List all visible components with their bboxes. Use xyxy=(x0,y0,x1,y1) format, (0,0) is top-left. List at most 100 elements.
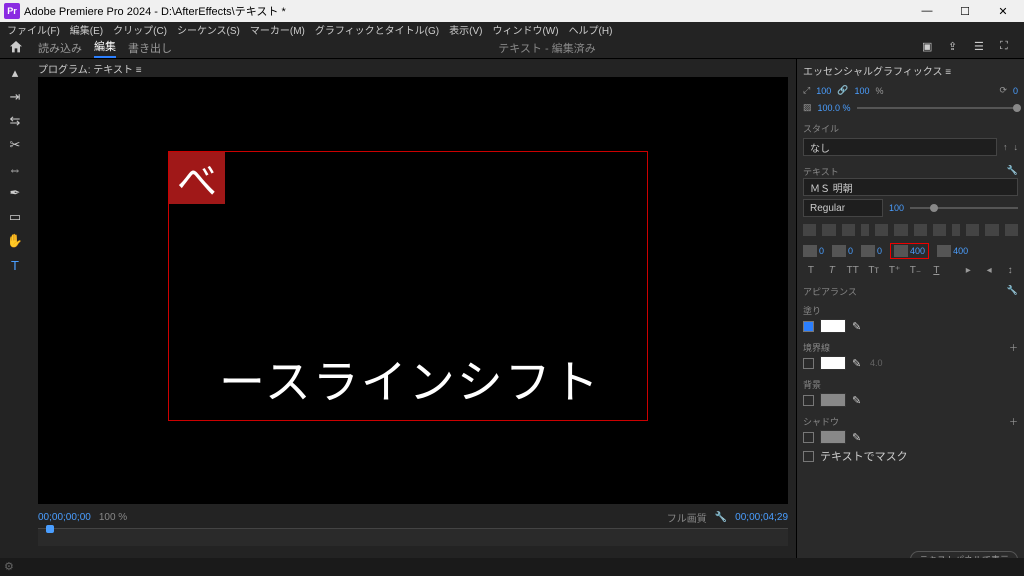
tab-export[interactable]: 書き出し xyxy=(128,40,172,56)
hand-tool[interactable]: ✋ xyxy=(7,233,23,249)
bg-checkbox[interactable] xyxy=(803,395,814,406)
menu-window[interactable]: ウィンドウ(W) xyxy=(489,22,561,37)
font-size[interactable]: 100 xyxy=(889,203,904,213)
workspace-menu-icon[interactable]: ☰ xyxy=(974,40,990,56)
selection-tool[interactable]: ▴ xyxy=(7,65,23,81)
time-ruler[interactable] xyxy=(38,528,788,546)
style-dropdown[interactable]: なし xyxy=(803,138,997,156)
menu-clip[interactable]: クリップ(C) xyxy=(110,22,170,37)
allcaps-icon[interactable]: TT xyxy=(845,265,861,276)
quick-export-icon[interactable]: ▣ xyxy=(922,40,938,56)
link-icon[interactable]: 🔗 xyxy=(837,85,848,96)
stroke-width[interactable]: 4.0 xyxy=(870,358,883,368)
timecode-left[interactable]: 00;00;00;00 xyxy=(38,512,91,523)
stroke-checkbox[interactable] xyxy=(803,358,814,369)
stroke-color-swatch[interactable] xyxy=(820,356,846,370)
fill-color-swatch[interactable] xyxy=(820,319,846,333)
razor-tool[interactable]: ✂ xyxy=(7,137,23,153)
menu-file[interactable]: ファイル(F) xyxy=(4,22,63,37)
text-settings-icon[interactable]: 🔧 xyxy=(1007,165,1018,178)
vertical-top-icon[interactable] xyxy=(966,224,979,236)
menu-sequence[interactable]: シーケンス(S) xyxy=(174,22,243,37)
leading-value[interactable]: 0 xyxy=(877,246,882,256)
tsume-icon xyxy=(937,245,951,257)
tab-import[interactable]: 読み込み xyxy=(38,40,82,56)
tab-edit[interactable]: 編集 xyxy=(94,38,116,58)
vertical-middle-icon[interactable] xyxy=(985,224,998,236)
smallcaps-icon[interactable]: Tᴛ xyxy=(866,265,882,276)
scale-w[interactable]: 100 xyxy=(816,86,831,96)
faux-italic-icon[interactable]: T xyxy=(824,265,840,276)
eyedropper-icon[interactable]: ✎ xyxy=(852,357,864,369)
menu-marker[interactable]: マーカー(M) xyxy=(247,22,308,37)
minimize-button[interactable]: — xyxy=(914,5,940,18)
align-right-icon[interactable] xyxy=(842,224,855,236)
fullscreen-icon[interactable]: ⛶ xyxy=(1000,40,1016,56)
add-stroke-icon[interactable]: ＋ xyxy=(1009,341,1018,354)
share-icon[interactable]: ⇪ xyxy=(948,40,964,56)
justify-all-icon[interactable] xyxy=(933,224,946,236)
font-weight-dropdown[interactable]: Regular xyxy=(803,199,883,217)
zoom-level[interactable]: 100 % xyxy=(99,512,127,523)
tategaki-icon[interactable]: ↕ xyxy=(1002,265,1018,276)
maximize-button[interactable]: ☐ xyxy=(952,5,978,18)
appearance-settings-icon[interactable]: 🔧 xyxy=(1007,285,1018,298)
align-left-icon[interactable] xyxy=(803,224,816,236)
fill-checkbox[interactable] xyxy=(803,321,814,332)
menu-view[interactable]: 表示(V) xyxy=(446,22,485,37)
justify-center-icon[interactable] xyxy=(894,224,907,236)
bg-color-swatch[interactable] xyxy=(820,393,846,407)
superscript-icon[interactable]: T⁺ xyxy=(887,265,903,276)
appearance-section-label: アピアランス xyxy=(803,285,857,298)
rotation-value[interactable]: 0 xyxy=(1013,86,1018,96)
eyedropper-icon[interactable]: ✎ xyxy=(852,394,864,406)
rectangle-tool[interactable]: ▭ xyxy=(7,209,23,225)
font-size-slider[interactable] xyxy=(910,207,1018,209)
tsume-value[interactable]: 400 xyxy=(953,246,968,256)
opacity-slider[interactable] xyxy=(857,107,1018,109)
stroke-label: 境界線 xyxy=(803,341,830,354)
align-center-icon[interactable] xyxy=(822,224,835,236)
shadow-checkbox[interactable] xyxy=(803,432,814,443)
kerning-value[interactable]: 0 xyxy=(848,246,853,256)
home-icon[interactable] xyxy=(8,39,26,57)
menu-edit[interactable]: 編集(E) xyxy=(67,22,106,37)
selected-glyph[interactable]: べ xyxy=(169,152,225,204)
subscript-icon[interactable]: T₋ xyxy=(908,265,924,276)
text-content[interactable]: ースラインシフト xyxy=(219,346,601,412)
faux-bold-icon[interactable]: T xyxy=(803,265,819,276)
shadow-color-swatch[interactable] xyxy=(820,430,846,444)
rtl-icon[interactable]: ◂ xyxy=(981,265,997,276)
close-button[interactable]: ✕ xyxy=(990,5,1016,18)
gear-icon[interactable]: ⚙ xyxy=(4,560,16,572)
eyedropper-icon[interactable]: ✎ xyxy=(852,320,864,332)
wrench-icon[interactable]: 🔧 xyxy=(715,512,727,523)
timecode-right: 00;00;04;29 xyxy=(735,512,788,523)
mask-checkbox[interactable] xyxy=(803,451,814,462)
opacity-value[interactable]: 100.0 % xyxy=(818,103,851,113)
underline-icon[interactable]: T xyxy=(928,265,944,276)
scale-h[interactable]: 100 xyxy=(854,86,869,96)
slip-tool[interactable]: ⇔ xyxy=(7,161,23,177)
tracking-value[interactable]: 0 xyxy=(819,246,824,256)
upload-style-icon[interactable]: ↑ xyxy=(1003,142,1008,152)
justify-right-icon[interactable] xyxy=(914,224,927,236)
playhead-icon[interactable] xyxy=(46,525,54,533)
font-dropdown[interactable]: ＭＳ 明朝 xyxy=(803,178,1018,196)
playback-quality[interactable]: フル画質 xyxy=(667,510,707,525)
menu-help[interactable]: ヘルプ(H) xyxy=(566,22,616,37)
pen-tool[interactable]: ✒ xyxy=(7,185,23,201)
add-shadow-icon[interactable]: ＋ xyxy=(1009,415,1018,428)
program-monitor[interactable]: べ ースラインシフト xyxy=(38,77,788,504)
justify-left-icon[interactable] xyxy=(875,224,888,236)
download-style-icon[interactable]: ↓ xyxy=(1014,142,1019,152)
eyedropper-icon[interactable]: ✎ xyxy=(852,431,864,443)
baseline-shift-value[interactable]: 400 xyxy=(910,246,925,256)
menu-graphics[interactable]: グラフィックとタイトル(G) xyxy=(312,22,442,37)
vertical-bottom-icon[interactable] xyxy=(1005,224,1018,236)
ripple-edit-tool[interactable]: ⇆ xyxy=(7,113,23,129)
track-select-tool[interactable]: ⇥ xyxy=(7,89,23,105)
ltr-icon[interactable]: ▸ xyxy=(960,265,976,276)
text-bounding-box[interactable]: べ ースラインシフト xyxy=(168,151,648,421)
type-tool[interactable]: T xyxy=(7,257,23,273)
